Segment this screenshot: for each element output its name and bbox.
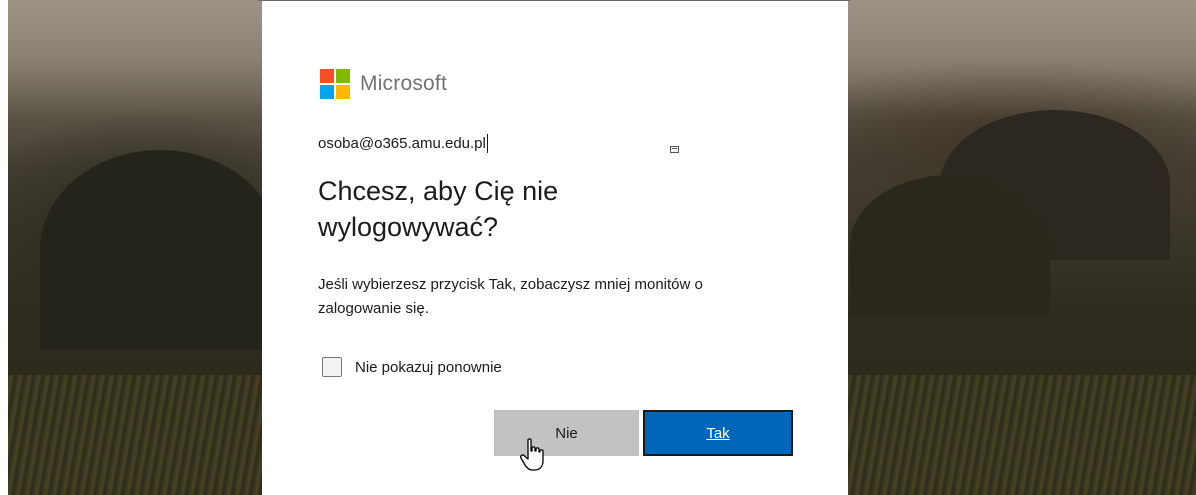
dont-show-again-label[interactable]: Nie pokazuj ponownie [355,359,502,376]
microsoft-logo-icon [320,69,350,99]
microsoft-logo-text: Microsoft [360,72,447,95]
hand-pointer-icon [520,438,544,471]
account-identity: osoba@o365.amu.edu.pl [318,134,488,153]
grass-left [0,375,262,495]
window-edge [0,0,8,495]
no-button[interactable]: Nie [494,410,639,456]
signin-dialog: Microsoft osoba@o365.amu.edu.pl Chcesz, … [262,1,848,495]
microsoft-logo: Microsoft [320,69,447,99]
mountain-left [40,150,280,350]
description-text: Jeśli wybierzesz przycisk Tak, zobaczysz… [318,276,703,317]
dont-show-again-checkbox[interactable] [322,357,342,377]
yes-button[interactable]: Tak [643,410,793,456]
dont-show-again-option[interactable]: Nie pokazuj ponownie [322,357,502,377]
window-icon [670,146,679,153]
text-caret [486,134,488,153]
login-background: Microsoft osoba@o365.amu.edu.pl Chcesz, … [0,0,1196,495]
mountain-right-low [850,175,1050,315]
grass-right [848,375,1196,495]
page-title: Chcesz, aby Cię nie wylogowywać? [318,176,559,242]
account-email: osoba@o365.amu.edu.pl [318,135,486,152]
